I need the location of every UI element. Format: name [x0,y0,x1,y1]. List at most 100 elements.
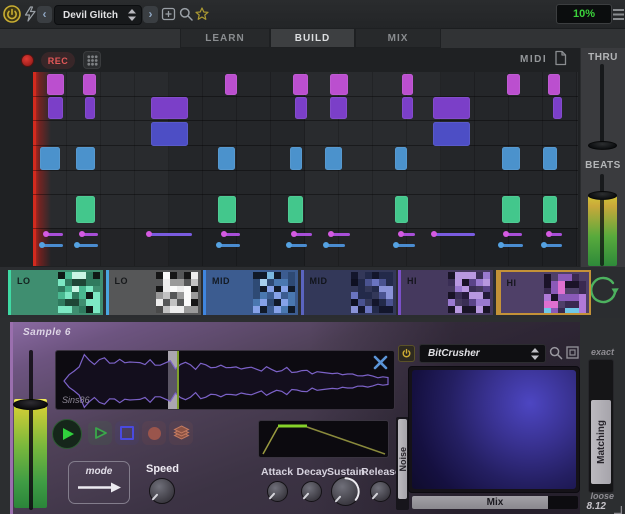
prev-preset-button[interactable]: ‹ [37,6,52,23]
note-block[interactable] [543,196,557,223]
note-block[interactable] [548,74,560,95]
automation-point[interactable] [221,231,227,237]
power-button[interactable] [3,5,21,23]
note-block[interactable] [218,196,236,223]
midi-export-button[interactable] [554,50,567,71]
note-block[interactable] [330,74,348,95]
mix-slider[interactable]: Mix [412,496,578,509]
release-knob[interactable] [370,481,391,502]
envelope-display[interactable] [258,420,389,458]
resize-handle[interactable] [612,504,622,514]
automation-point[interactable] [323,242,329,248]
note-block[interactable] [395,147,407,170]
settings-menu-button[interactable] [612,7,624,21]
sample-slot-hi-4[interactable]: HI [398,270,493,315]
note-block[interactable] [433,97,470,119]
fx-select[interactable]: BitCrusher [419,344,546,363]
layers-button[interactable] [169,421,193,445]
note-block[interactable] [288,196,303,223]
decay-knob[interactable] [301,481,322,502]
automation-segment[interactable] [433,233,475,236]
sequencer-grid[interactable] [33,72,578,266]
note-block[interactable] [402,74,413,95]
record-button[interactable]: REC [41,52,75,69]
next-preset-button[interactable]: › [143,6,158,23]
note-block[interactable] [502,196,520,223]
fx-power-button[interactable] [398,345,415,362]
mode-selector[interactable]: mode [68,461,130,504]
sample-fader-handle[interactable] [13,399,48,410]
quantize-grid-button[interactable] [83,51,101,69]
xy-pad[interactable] [412,370,576,489]
note-block[interactable] [395,196,408,223]
sample-fader-track[interactable] [29,350,33,510]
automation-point[interactable] [286,242,292,248]
note-block[interactable] [47,74,64,95]
automation-point[interactable] [503,231,509,237]
note-block[interactable] [293,74,308,95]
speed-knob[interactable] [149,478,175,504]
sustain-knob[interactable] [331,477,360,506]
note-block[interactable] [40,147,60,170]
automation-segment[interactable] [148,233,192,236]
automation-point[interactable] [39,242,45,248]
thru-slider-handle[interactable] [588,141,617,150]
automation-point[interactable] [541,242,547,248]
note-block[interactable] [543,147,557,170]
tab-mix[interactable]: MIX [355,28,441,48]
stop-button[interactable] [115,421,139,445]
browse-button[interactable] [178,5,193,23]
noise-slider-handle[interactable]: Noise [398,419,407,499]
automation-point[interactable] [398,231,404,237]
note-block[interactable] [83,74,96,95]
attack-knob[interactable] [267,481,288,502]
automation-point[interactable] [291,231,297,237]
quick-action-button[interactable] [23,6,36,22]
note-block[interactable] [330,97,347,119]
sample-slot-lo-0[interactable]: LO [8,270,103,315]
favorite-button[interactable] [194,5,209,23]
beats-slider-track[interactable] [600,174,604,266]
note-block[interactable] [553,97,562,119]
automation-point[interactable] [43,231,49,237]
tab-build[interactable]: BUILD [270,28,355,48]
loop-play-button[interactable] [88,421,112,445]
automation-point[interactable] [74,242,80,248]
beats-slider-handle[interactable] [588,191,617,200]
fx-browse-button[interactable] [549,346,563,365]
automation-point[interactable] [431,231,437,237]
sample-slot-mid-3[interactable]: MID [301,270,396,315]
note-block[interactable] [402,97,413,119]
thru-slider-track[interactable] [600,64,604,150]
save-preset-button[interactable] [160,5,177,23]
note-block[interactable] [433,122,470,146]
note-block[interactable] [290,147,302,170]
tab-learn[interactable]: LEARN [180,28,270,48]
preset-select[interactable]: Devil Glitch [54,5,142,25]
note-block[interactable] [151,97,188,119]
note-block[interactable] [151,122,188,146]
sample-slot-lo-1[interactable]: LO [106,270,201,315]
note-block[interactable] [295,97,307,119]
record-sample-button[interactable] [142,421,166,445]
cycle-samples-button[interactable] [586,272,620,306]
automation-point[interactable] [393,242,399,248]
note-block[interactable] [325,147,342,170]
automation-point[interactable] [328,231,334,237]
automation-point[interactable] [546,231,552,237]
note-block[interactable] [225,74,237,95]
play-button[interactable] [52,419,82,449]
automation-point[interactable] [79,231,85,237]
sample-slot-hi-5[interactable]: HI [496,270,591,315]
note-block[interactable] [507,74,520,95]
note-block[interactable] [218,147,235,170]
note-block[interactable] [85,97,95,119]
close-sample-button[interactable] [373,355,388,370]
waveform-display[interactable]: Sins86 [55,350,395,410]
matching-slider-handle[interactable]: Matching [591,400,611,484]
note-block[interactable] [48,97,63,119]
note-block[interactable] [76,147,95,170]
automation-point[interactable] [498,242,504,248]
automation-point[interactable] [146,231,152,237]
automation-point[interactable] [216,242,222,248]
